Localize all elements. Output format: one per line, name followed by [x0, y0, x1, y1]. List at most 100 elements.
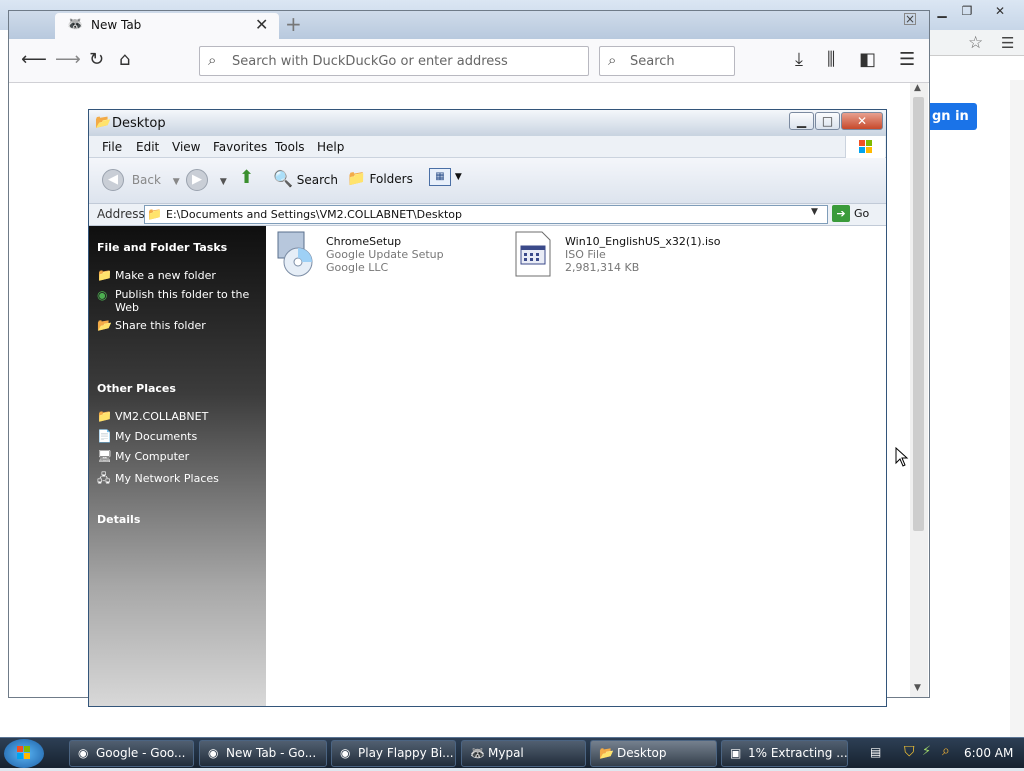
sign-in-button[interactable]: gn in [928, 103, 977, 130]
forward-arrow-icon[interactable]: ⟶ [55, 49, 81, 70]
computer-icon: 🖥 [97, 449, 113, 463]
close-icon[interactable]: ✕ [988, 2, 1012, 20]
taskbar-item-new-tab[interactable]: ◉ New Tab - Go... [199, 740, 327, 767]
clock[interactable]: 6:00 AM [964, 746, 1013, 760]
place-vm2-collabnet[interactable]: 📁 VM2.COLLABNET [97, 409, 262, 423]
go-button[interactable]: ➔ Go [832, 205, 869, 222]
firefox-titlebar: 🦝 New Tab ✕ + × [9, 11, 929, 39]
search-tray-icon[interactable]: ⌕ [942, 743, 950, 759]
search-button[interactable]: 🔍 Search [273, 169, 338, 188]
new-tab-plus-icon[interactable]: + [285, 12, 302, 36]
menu-icon[interactable]: ☰ [1001, 34, 1014, 52]
page-scrollbar[interactable]: ▲ ▼ [910, 83, 928, 697]
7zip-icon: ▣ [730, 746, 742, 760]
menu-tools[interactable]: Tools [275, 140, 305, 154]
menu-edit[interactable]: Edit [136, 140, 159, 154]
search-icon: ⌕ [208, 51, 217, 69]
restore-icon[interactable]: ❐ [955, 2, 979, 20]
home-icon[interactable]: ⌂ [119, 49, 130, 70]
new-folder-icon: 📁 [97, 268, 112, 282]
bookmark-star-icon[interactable]: ☆ [968, 33, 983, 53]
back-arrow-icon[interactable]: ⟵ [21, 49, 47, 70]
file-item-win10-iso[interactable]: Win10_EnglishUS_x32(1).iso ISO File 2,98… [512, 230, 762, 286]
scroll-up-icon[interactable]: ▲ [914, 83, 921, 93]
folders-button[interactable]: 📁 Folders [347, 169, 413, 187]
file-folder-tasks-title[interactable]: File and Folder Tasks [97, 241, 227, 254]
url-placeholder: Search with DuckDuckGo or enter address [232, 54, 508, 69]
minimize-icon[interactable]: ▁ [930, 2, 954, 20]
file-list: ChromeSetup Google Update Setup Google L… [266, 226, 886, 706]
keyboard-icon[interactable]: ▤ [870, 745, 881, 759]
hamburger-menu-icon[interactable]: ☰ [899, 49, 915, 70]
url-bar[interactable]: ⌕ Search with DuckDuckGo or enter addres… [199, 46, 589, 76]
windows-logo-icon [17, 746, 30, 759]
task-make-new-folder[interactable]: 📁 Make a new folder [97, 268, 262, 282]
back-button[interactable]: ◀ Back ▼ [102, 169, 180, 191]
window-close-icon[interactable]: × [904, 13, 916, 25]
system-tray: ▤ ⛉ ⚡ ⌕ 6:00 AM [860, 738, 1024, 769]
place-my-network-places[interactable]: 🖧 My Network Places [97, 469, 262, 490]
minimize-icon[interactable]: ▁ [789, 112, 814, 130]
installer-cd-icon [272, 230, 318, 278]
taskbar-item-mypal[interactable]: 🦝 Mypal [461, 740, 586, 767]
taskbar: ◉ Google - Goo... ◉ New Tab - Go... ◉ Play … [0, 737, 1024, 768]
taskbar-item-flappy-bird[interactable]: ◉ Play Flappy Bi... [331, 740, 456, 767]
folder-icon: 📁 [147, 207, 162, 221]
forward-button[interactable]: ▶ ▼ [186, 169, 227, 191]
menu-view[interactable]: View [172, 140, 200, 154]
download-icon[interactable]: ⤓ [795, 49, 803, 70]
close-icon[interactable]: ✕ [841, 112, 883, 130]
chevron-down-icon[interactable]: ▼ [220, 177, 227, 187]
menu-favorites[interactable]: Favorites [213, 140, 267, 154]
network-icon: 🖧 [97, 471, 111, 485]
scrollbar-thumb[interactable] [913, 97, 924, 531]
task-share-folder[interactable]: 📂 Share this folder [97, 318, 262, 332]
background-scrollbar[interactable] [1010, 80, 1024, 737]
address-value: E:\Documents and Settings\VM2.COLLABNET\… [166, 208, 462, 221]
mypal-tab-icon: 🦝 [67, 17, 84, 32]
other-places-title[interactable]: Other Places [97, 382, 176, 395]
address-input[interactable]: 📁 E:\Documents and Settings\VM2.COLLABNE… [144, 205, 828, 224]
task-publish-folder[interactable]: ◉ Publish this folder to the Web [97, 288, 262, 314]
file-description: Google Update Setup [326, 248, 444, 261]
tab-close-icon[interactable]: ✕ [255, 15, 268, 34]
search-input[interactable]: ⌕ Search [599, 46, 735, 76]
network-icon[interactable]: ⚡ [922, 744, 931, 759]
scroll-down-icon[interactable]: ▼ [914, 683, 921, 693]
views-icon: ▦ [429, 168, 451, 186]
go-arrow-icon: ➔ [832, 205, 850, 222]
tab-new-tab[interactable]: 🦝 New Tab ✕ [55, 13, 279, 39]
chrome-icon: ◉ [340, 746, 351, 760]
chevron-down-icon[interactable]: ▼ [811, 207, 818, 217]
views-button[interactable]: ▦ ▼ [429, 168, 462, 186]
explorer-toolbar: ◀ Back ▼ ▶ ▼ ⬆ 🔍 Search 📁 Folders ▦ ▼ [89, 158, 886, 204]
details-title[interactable]: Details [97, 513, 140, 526]
up-folder-icon[interactable]: ⬆ [239, 167, 254, 188]
share-folder-icon: 📂 [97, 318, 112, 332]
search-placeholder: Search [630, 54, 675, 69]
taskbar-item-desktop[interactable]: 📂 Desktop [590, 740, 717, 767]
search-icon: ⌕ [608, 51, 617, 69]
library-icon[interactable]: ⫼ [827, 49, 835, 70]
file-item-chromesetup[interactable]: ChromeSetup Google Update Setup Google L… [272, 230, 492, 286]
go-label: Go [854, 207, 870, 220]
security-shield-icon[interactable]: ⛉ [904, 744, 915, 760]
menu-help[interactable]: Help [317, 140, 344, 154]
file-size: 2,981,314 KB [565, 261, 640, 274]
mypal-icon: 🦝 [470, 746, 485, 760]
maximize-icon[interactable]: □ [815, 112, 840, 130]
sidebar-icon[interactable]: ◧ [859, 49, 876, 70]
reload-icon[interactable]: ↻ [89, 49, 104, 70]
tab-label: New Tab [91, 18, 142, 32]
place-my-computer[interactable]: 🖥 My Computer [97, 449, 262, 463]
iso-file-icon [512, 230, 558, 278]
publish-globe-icon: ◉ [97, 288, 108, 302]
taskbar-item-google[interactable]: ◉ Google - Goo... [69, 740, 194, 767]
chevron-down-icon[interactable]: ▼ [173, 177, 180, 187]
start-button[interactable] [4, 739, 44, 768]
place-my-documents[interactable]: 📄 My Documents [97, 429, 262, 443]
menu-file[interactable]: File [102, 140, 122, 154]
chrome-icon: ◉ [208, 746, 219, 760]
file-company: Google LLC [326, 261, 389, 274]
taskbar-item-extracting[interactable]: ▣ 1% Extracting ... [721, 740, 848, 767]
